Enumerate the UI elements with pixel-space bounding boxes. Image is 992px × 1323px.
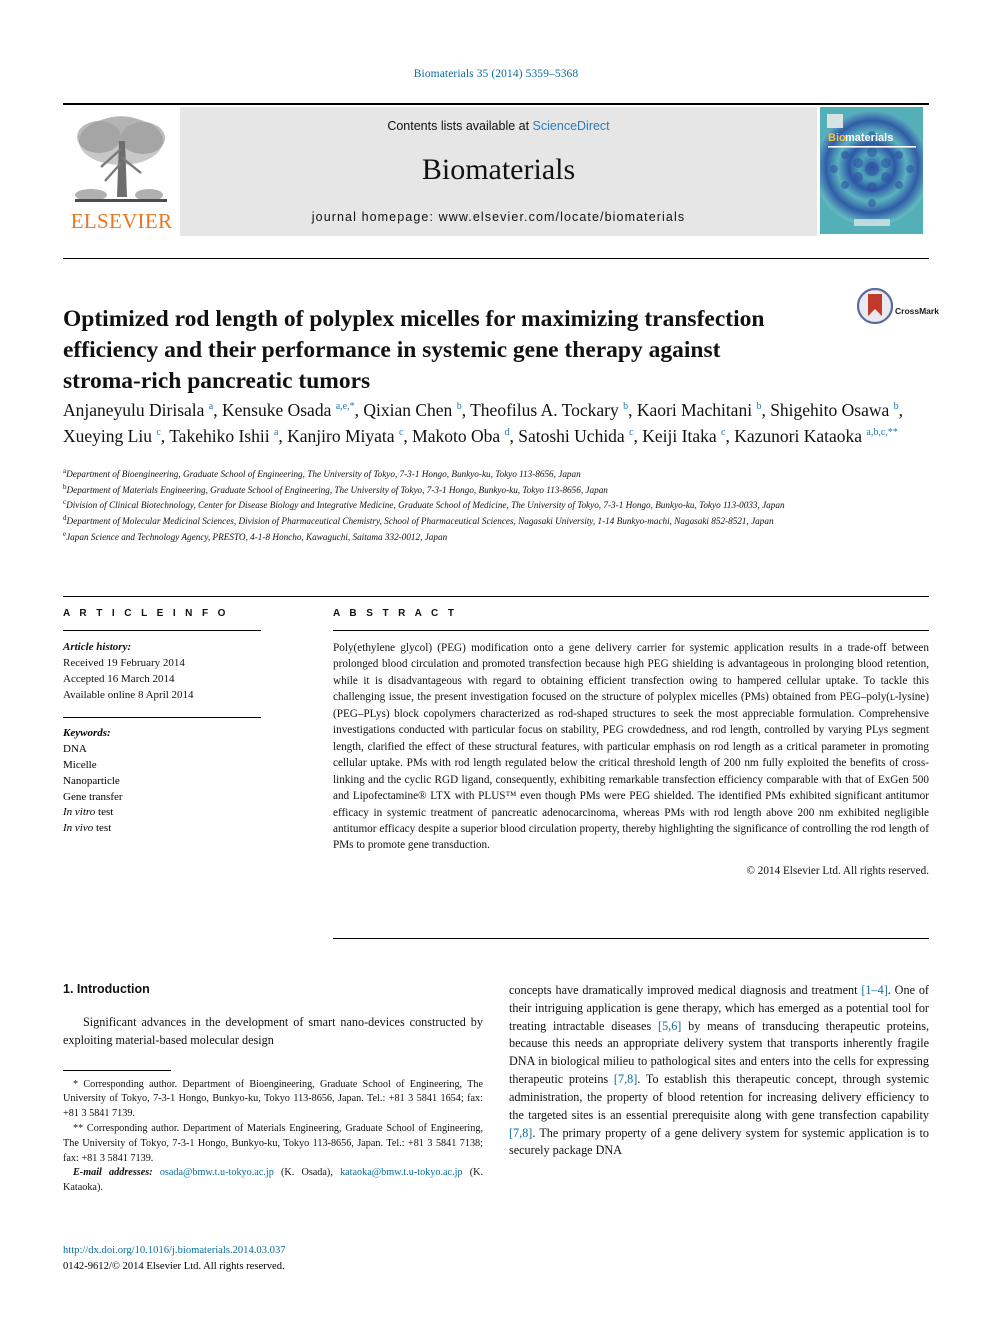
affiliation-list: aDepartment of Bioengineering, Graduate … [63, 466, 929, 544]
citation-ref-3[interactable]: [7,8] [614, 1072, 637, 1086]
keyword-item: In vitro test [63, 806, 114, 819]
affiliation-item: eJapan Science and Technology Agency, PR… [63, 529, 448, 542]
journal-title: Biomaterials [421, 153, 576, 186]
email-addresses: E-mail addresses: osada@bmw.t.u-tokyo.ac… [63, 1166, 483, 1196]
email-label: E-mail addresses: [73, 1167, 153, 1179]
keywords-label: Keywords: [63, 726, 111, 739]
article-info-heading: A R T I C L E I N F O [63, 608, 229, 619]
footnotes-block: * Corresponding author. Department of Bi… [63, 1078, 483, 1196]
citation-ref-2[interactable]: [5,6] [658, 1019, 681, 1033]
history-item: Available online 8 April 2014 [63, 688, 194, 701]
keyword-emphasis: In vitro [63, 806, 96, 819]
email-owner-osada: (K. Osada), [280, 1167, 333, 1179]
intro-text-1: concepts have dramatically improved medi… [509, 983, 862, 997]
elsevier-tree-icon [75, 116, 167, 202]
intro-text-5: . The primary property of a gene deliver… [509, 1125, 929, 1158]
contents-available-line: Contents lists available at ScienceDirec… [180, 119, 817, 133]
email-link-osada[interactable]: osada@bmw.t.u-tokyo.ac.jp [160, 1167, 274, 1178]
contents-prefix: Contents lists available at [387, 119, 533, 133]
abstract-bottom-divider [333, 938, 929, 939]
article-info-rule [63, 630, 261, 631]
introduction-paragraph-right: concepts have dramatically improved medi… [509, 982, 929, 1160]
journal-article-page: Biomaterials 35 (2014) 5359–5368 ELSEVIE… [0, 0, 992, 1323]
keyword-item: Nanoparticle [63, 774, 120, 787]
article-history-label: Article history: [63, 641, 132, 653]
journal-homepage-link[interactable]: journal homepage: www.elsevier.com/locat… [180, 210, 817, 224]
crossmark-icon [856, 287, 894, 325]
keywords-block: Keywords: DNA Micelle Nanoparticle Gene … [63, 726, 261, 838]
abstract-text: Poly(ethylene glycol) (PEG) modification… [333, 642, 929, 852]
journal-cover-image: Bio materials [814, 107, 930, 234]
abstract-rule [333, 630, 929, 631]
keyword-item: Micelle [63, 758, 97, 771]
keyword-item: DNA [63, 742, 87, 755]
affiliation-item: aDepartment of Bioengineering, Graduate … [63, 467, 581, 480]
affiliation-item: bDepartment of Materials Engineering, Gr… [63, 482, 608, 495]
keywords-rule [63, 716, 261, 718]
sciencedirect-link[interactable]: ScienceDirect [533, 119, 610, 133]
article-info-column: A R T I C L E I N F O Article history: R… [63, 608, 261, 837]
abstract-column: A B S T R A C T Poly(ethylene glycol) (P… [333, 608, 929, 877]
article-info-divider [63, 596, 929, 597]
body-column-right: concepts have dramatically improved medi… [509, 982, 929, 1160]
journal-masthead: ELSEVIER Contents lists available at Sci… [63, 103, 930, 236]
keyword-item: Gene transfer [63, 790, 123, 803]
svg-text:materials: materials [845, 132, 893, 144]
elsevier-logo: ELSEVIER [63, 107, 180, 236]
masthead-center-band: Contents lists available at ScienceDirec… [180, 107, 817, 236]
doi-footer: http://dx.doi.org/10.1016/j.biomaterials… [63, 1243, 493, 1275]
crossmark-label: CrossMark [895, 306, 939, 316]
citation-ref-1[interactable]: [1–4] [861, 983, 887, 997]
introduction-heading: 1. Introduction [63, 982, 150, 996]
history-item: Received 19 February 2014 [63, 656, 185, 669]
footnote-divider [63, 1069, 171, 1071]
history-item: Accepted 16 March 2014 [63, 672, 175, 685]
page-title: Optimized rod length of polyplex micelle… [63, 305, 765, 395]
author-list: Anjaneyulu Dirisala a, Kensuke Osada a,e… [63, 400, 904, 446]
body-column-left: 1. Introduction Significant advances in … [63, 982, 483, 1196]
keyword-item: In vivo test [63, 822, 112, 835]
running-head: Biomaterials 35 (2014) 5359–5368 [413, 68, 579, 80]
affiliation-item: cDivision of Clinical Biotechnology, Cen… [63, 498, 785, 511]
affiliation-item: dDepartment of Molecular Medicinal Scien… [63, 514, 774, 527]
email-link-kataoka[interactable]: kataoka@bmw.t.u-tokyo.ac.jp [340, 1167, 462, 1178]
abstract-heading: A B S T R A C T [333, 608, 458, 619]
article-history: Article history: Received 19 February 20… [63, 640, 261, 704]
citation-ref-4[interactable]: [7,8] [509, 1126, 532, 1140]
svg-text:Bio: Bio [828, 132, 846, 144]
crossmark-badge[interactable]: CrossMark [856, 287, 939, 340]
keyword-emphasis: In vivo [63, 822, 94, 835]
corresponding-author-1: * Corresponding author. Department of Bi… [63, 1078, 483, 1120]
abstract-copyright: © 2014 Elsevier Ltd. All rights reserved… [746, 864, 930, 877]
issn-copyright-line: 0142-9612/© 2014 Elsevier Ltd. All right… [63, 1260, 285, 1272]
introduction-paragraph-left: Significant advances in the development … [63, 1015, 483, 1047]
doi-link[interactable]: http://dx.doi.org/10.1016/j.biomaterials… [63, 1243, 493, 1259]
title-divider [63, 258, 929, 259]
elsevier-wordmark: ELSEVIER [70, 209, 173, 233]
journal-cover-thumbnail: Bio materials [814, 107, 930, 236]
corresponding-author-2: ** Corresponding author. Department of M… [63, 1122, 483, 1164]
